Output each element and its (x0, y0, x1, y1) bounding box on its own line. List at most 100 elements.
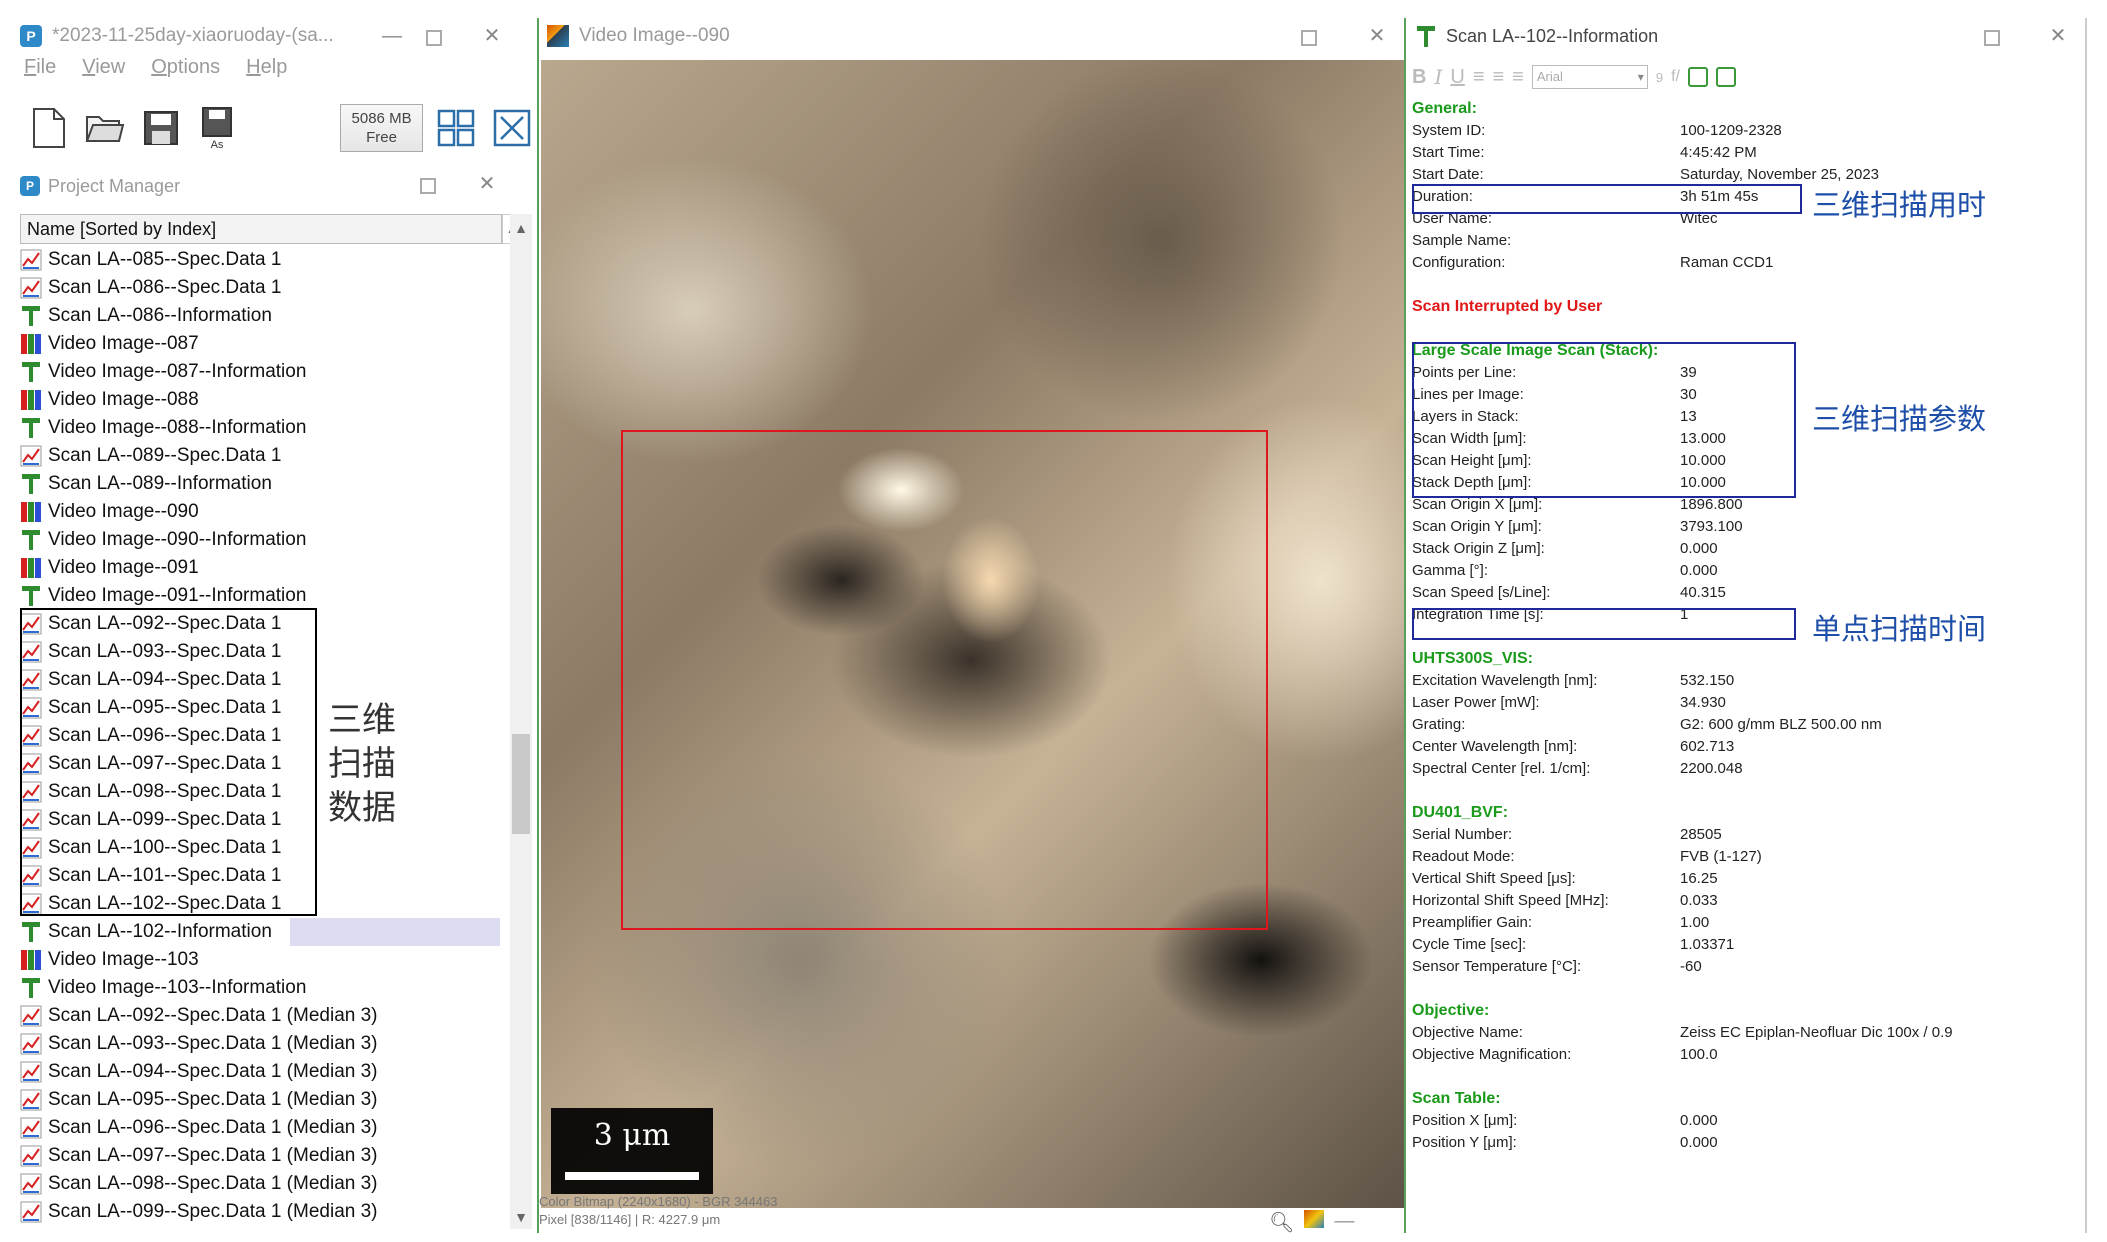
info-key: Sample Name: (1412, 232, 1512, 249)
info-maximize-icon[interactable] (1984, 30, 2000, 46)
project-list-item[interactable]: Scan LA--094--Spec.Data 1 (Median 3) (20, 1058, 500, 1086)
spectrum-data-icon (20, 445, 42, 467)
project-list-item[interactable]: Video Image--088--Information (20, 414, 500, 442)
project-list-item[interactable]: Video Image--087--Information (20, 358, 500, 386)
menu-options[interactable]: Options (151, 56, 220, 86)
integration-annotation: 单点扫描时间 (1812, 612, 1987, 646)
project-list-item[interactable]: Video Image--103 (20, 946, 500, 974)
info-key: Center Wavelength [nm]: (1412, 738, 1578, 755)
close-all-windows-icon[interactable] (489, 104, 535, 152)
font-size-field[interactable]: 9 (1656, 70, 1663, 85)
info-key: Sensor Temperature [°C]: (1412, 958, 1582, 975)
information-icon (20, 585, 42, 607)
scroll-down-icon[interactable]: ▼ (510, 1209, 532, 1225)
minus-icon[interactable]: — (1334, 1210, 1354, 1235)
project-list-item[interactable]: Scan LA--100--Spec.Data 1 (20, 834, 500, 862)
project-list-item[interactable]: Scan LA--089--Spec.Data 1 (20, 442, 500, 470)
project-item-label: Scan LA--086--Information (48, 305, 272, 326)
info-value: 4:45:42 PM (1680, 144, 1757, 161)
tile-windows-icon[interactable] (433, 104, 479, 152)
video-close-icon[interactable]: ✕ (1365, 26, 1389, 46)
info-key: Points per Line: (1412, 364, 1517, 381)
project-list-item[interactable]: Scan LA--094--Spec.Data 1 (20, 666, 500, 694)
info-key: Preamplifier Gain: (1412, 914, 1533, 931)
refresh-icon[interactable] (1687, 67, 1708, 87)
project-list-item[interactable]: Scan LA--101--Spec.Data 1 (20, 862, 500, 890)
project-list-item[interactable]: Video Image--103--Information (20, 974, 500, 1002)
project-list-item[interactable]: Scan LA--102--Spec.Data 1 (20, 890, 500, 918)
project-list-item[interactable]: Video Image--091 (20, 554, 500, 582)
close-icon[interactable]: ✕ (480, 26, 504, 46)
project-list-item[interactable]: Scan LA--085--Spec.Data 1 (20, 246, 500, 274)
spectrum-data-icon (20, 641, 42, 663)
project-list-item[interactable]: Scan LA--098--Spec.Data 1 (20, 778, 500, 806)
menu-view[interactable]: View (82, 56, 125, 86)
maximize-icon[interactable] (426, 30, 442, 46)
panel-maximize-icon[interactable] (420, 178, 436, 194)
info-close-icon[interactable]: ✕ (2046, 26, 2070, 46)
information-icon (20, 361, 42, 383)
align-left-icon[interactable]: ≡ (1473, 66, 1485, 89)
microscope-video-image[interactable]: 3 μm (541, 60, 1404, 1208)
minimize-icon[interactable]: — (380, 26, 404, 46)
project-list-item[interactable]: Scan LA--089--Information (20, 470, 500, 498)
project-list-item[interactable]: Video Image--090 (20, 498, 500, 526)
project-list-item[interactable]: Scan LA--086--Information (20, 302, 500, 330)
open-folder-icon[interactable] (82, 104, 128, 152)
project-list-item[interactable]: Scan LA--097--Spec.Data 1 (Median 3) (20, 1142, 500, 1170)
project-list-item[interactable]: Scan LA--097--Spec.Data 1 (20, 750, 500, 778)
spectrum-data-icon (20, 837, 42, 859)
video-image-icon (20, 501, 42, 523)
list-column-header[interactable]: Name [Sorted by Index] (20, 214, 502, 244)
palette-icon[interactable] (1304, 1210, 1325, 1228)
info-row: Readout Mode: FVB (1-127) (1412, 846, 2062, 868)
project-list-item[interactable]: Scan LA--102--Information (20, 918, 500, 946)
font-name-select[interactable]: Arial (1531, 65, 1648, 89)
new-file-icon[interactable] (26, 104, 72, 152)
project-list-item[interactable]: Video Image--091--Information (20, 582, 500, 610)
left-window-title: *2023-11-25day-xiaoruoday-(sa... (52, 25, 334, 46)
project-list-item[interactable]: Scan LA--092--Spec.Data 1 (Median 3) (20, 1002, 500, 1030)
project-list-item[interactable]: Scan LA--086--Spec.Data 1 (20, 274, 500, 302)
project-item-label: Scan LA--099--Spec.Data 1 (Median 3) (48, 1201, 378, 1222)
info-row: Horizontal Shift Speed [MHz]: 0.033 (1412, 890, 2062, 912)
info-value: 1.00 (1680, 914, 1710, 931)
project-list-item[interactable]: Scan LA--095--Spec.Data 1 (Median 3) (20, 1086, 500, 1114)
project-list-item[interactable]: Scan LA--093--Spec.Data 1 (20, 638, 500, 666)
panel-close-icon[interactable]: ✕ (475, 174, 499, 194)
scrollbar-thumb[interactable] (512, 734, 530, 834)
project-list-item[interactable]: Scan LA--095--Spec.Data 1 (20, 694, 500, 722)
project-list-item[interactable]: Scan LA--099--Spec.Data 1 (20, 806, 500, 834)
project-list-item[interactable]: Scan LA--092--Spec.Data 1 (20, 610, 500, 638)
align-center-icon[interactable]: ≡ (1492, 66, 1504, 89)
info-key: Lines per Image: (1412, 386, 1524, 403)
menu-file[interactable]: File (24, 56, 56, 86)
project-list-item[interactable]: Video Image--087 (20, 330, 500, 358)
project-list-item[interactable]: Video Image--088 (20, 386, 500, 414)
save-as-icon[interactable]: As (194, 104, 240, 152)
font-style-icon[interactable]: f/ (1671, 68, 1680, 86)
italic-icon[interactable]: I (1434, 65, 1442, 89)
align-right-icon[interactable]: ≡ (1512, 66, 1524, 89)
video-maximize-icon[interactable] (1301, 30, 1317, 46)
sync-icon[interactable] (1715, 67, 1736, 87)
underline-icon[interactable]: U (1450, 66, 1464, 89)
info-section-title: General: (1412, 100, 1477, 117)
annotation-line-2: 扫描 (328, 744, 396, 784)
project-list-item[interactable]: Scan LA--098--Spec.Data 1 (Median 3) (20, 1170, 500, 1198)
zoom-icon[interactable]: 🔍︎ (1269, 1210, 1294, 1235)
info-value: 13 (1680, 408, 1697, 425)
list-scrollbar[interactable]: ▲ ▼ (510, 214, 532, 1229)
scroll-up-icon[interactable]: ▲ (510, 220, 532, 236)
save-icon[interactable] (138, 104, 184, 152)
spectrum-data-icon (20, 697, 42, 719)
project-list-item[interactable]: Video Image--090--Information (20, 526, 500, 554)
project-item-label: Scan LA--089--Information (48, 473, 272, 494)
project-list-item[interactable]: Scan LA--096--Spec.Data 1 (20, 722, 500, 750)
bold-icon[interactable]: B (1412, 66, 1426, 89)
menu-help[interactable]: Help (246, 56, 287, 86)
project-list-item[interactable]: Scan LA--093--Spec.Data 1 (Median 3) (20, 1030, 500, 1058)
project-list-item[interactable]: Scan LA--099--Spec.Data 1 (Median 3) (20, 1198, 500, 1226)
info-key: Stack Origin Z [μm]: (1412, 540, 1545, 557)
project-list-item[interactable]: Scan LA--096--Spec.Data 1 (Median 3) (20, 1114, 500, 1142)
